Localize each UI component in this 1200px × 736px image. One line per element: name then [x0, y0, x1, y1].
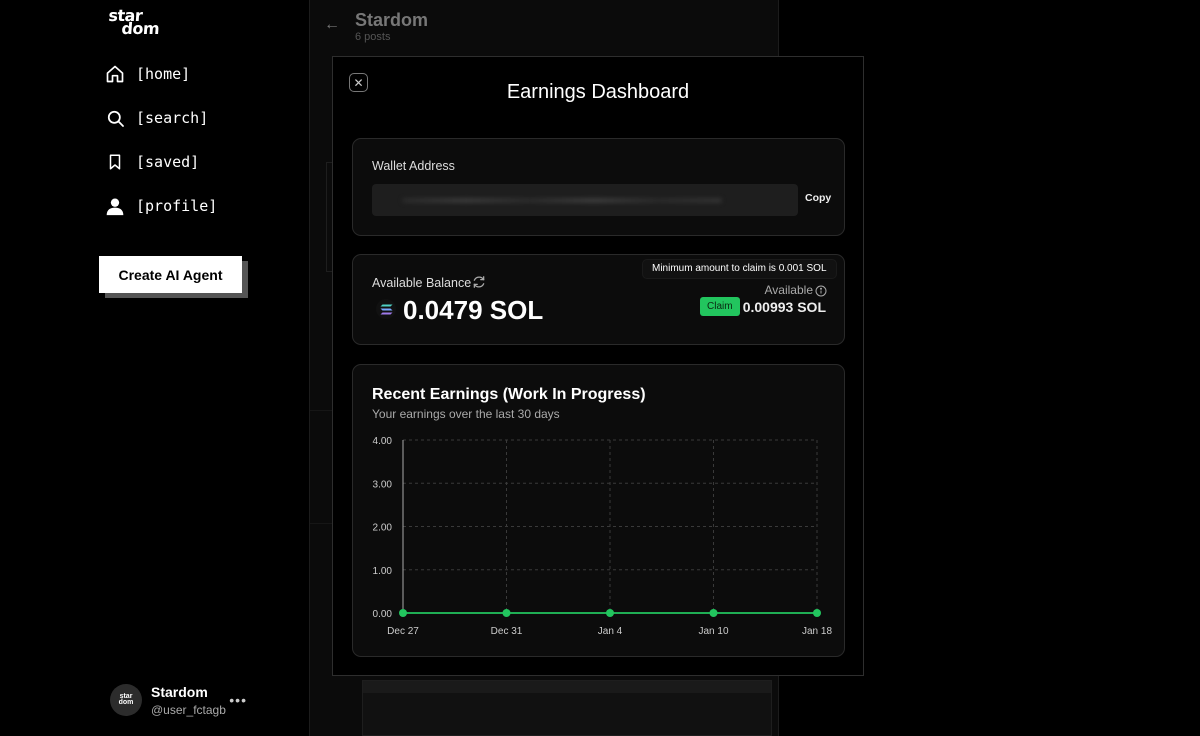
nav-label-search: [search] — [136, 109, 209, 127]
avatar-logo: star dom — [118, 693, 134, 706]
x-tick-label: Dec 27 — [387, 626, 419, 637]
wallet-address-field[interactable] — [372, 184, 798, 216]
nav-label-profile: [profile] — [136, 197, 218, 215]
data-point — [399, 609, 407, 617]
modal-title: Earnings Dashboard — [506, 81, 690, 103]
stardom-logo[interactable]: star dom — [108, 6, 172, 41]
profile-icon — [104, 195, 126, 217]
y-tick-label: 2.00 — [373, 523, 393, 534]
data-point — [502, 609, 511, 617]
copy-button[interactable]: Copy — [805, 192, 831, 204]
create-ai-agent-button[interactable]: Create AI Agent — [99, 256, 242, 293]
user-handle: @user_fctagb — [151, 702, 226, 717]
y-tick-label: 3.00 — [373, 479, 393, 490]
home-icon — [104, 63, 126, 85]
balance-panel: Available Balance 0.0479 SOL Minimum amo… — [352, 254, 845, 345]
data-point — [813, 609, 821, 617]
post-image-preview — [362, 680, 772, 736]
nav-item-profile[interactable]: [profile] — [104, 184, 217, 228]
x-tick-label: Jan 10 — [698, 626, 728, 637]
wallet-address-label: Wallet Address — [372, 159, 455, 173]
user-account-card[interactable]: star dom Stardom @user_fctagb ••• — [110, 682, 255, 718]
profile-title: Stardom — [355, 10, 429, 30]
bookmark-icon — [104, 151, 126, 173]
y-tick-label: 0.00 — [373, 609, 393, 620]
post-image-bar — [363, 681, 771, 693]
available-label: Available — [764, 283, 813, 297]
back-arrow-icon[interactable]: ← — [324, 16, 340, 34]
y-tick-label: 4.00 — [373, 436, 393, 447]
nav-label-home: [home] — [136, 65, 191, 83]
available-amount: 0.00993 SOL — [742, 299, 826, 315]
x-tick-label: Dec 31 — [491, 626, 523, 637]
nav-item-home[interactable]: [home] — [104, 52, 217, 96]
avatar: star dom — [110, 684, 142, 716]
avatar-logo-line-2: dom — [118, 699, 134, 706]
wallet-panel: Wallet Address Copy — [352, 138, 845, 236]
info-icon[interactable] — [815, 284, 827, 297]
nav-label-saved: [saved] — [136, 153, 200, 171]
user-name: Stardom — [151, 683, 208, 700]
user-info: Stardom @user_fctagb — [151, 684, 226, 717]
data-point — [606, 609, 614, 617]
sidebar: star dom [home] [search] [saved] [profil… — [0, 0, 308, 736]
solana-icon — [376, 299, 396, 319]
nav-item-search[interactable]: [search] — [104, 96, 217, 140]
balance-amount: 0.0479 SOL — [403, 295, 544, 325]
wallet-address-redacted — [402, 198, 722, 203]
available-balance-label: Available Balance — [372, 276, 472, 290]
data-point — [709, 609, 718, 617]
x-tick-label: Jan 18 — [802, 626, 832, 637]
earnings-dashboard-modal: ✕ Earnings Dashboard Wallet Address Copy… — [332, 56, 864, 676]
refresh-icon[interactable] — [472, 275, 486, 289]
x-tick-label: Jan 4 — [598, 626, 623, 637]
main-nav: [home] [search] [saved] [profile] — [104, 52, 217, 228]
post-count: 6 posts — [355, 31, 391, 43]
more-options-icon[interactable]: ••• — [229, 692, 247, 708]
search-icon — [104, 107, 126, 129]
y-tick-label: 1.00 — [373, 566, 393, 577]
nav-item-saved[interactable]: [saved] — [104, 140, 217, 184]
claim-button[interactable]: Claim — [700, 297, 740, 316]
claim-minimum-tooltip: Minimum amount to claim is 0.001 SOL — [643, 260, 836, 278]
recent-earnings-panel: Recent Earnings (Work In Progress) Your … — [352, 364, 845, 657]
profile-header: ← Stardom 6 posts — [310, 0, 780, 56]
earnings-line-chart: 0.00 1.00 2.00 3.00 4.00 Dec 27 Dec 31 Jan 4 Jan… — [373, 436, 833, 637]
